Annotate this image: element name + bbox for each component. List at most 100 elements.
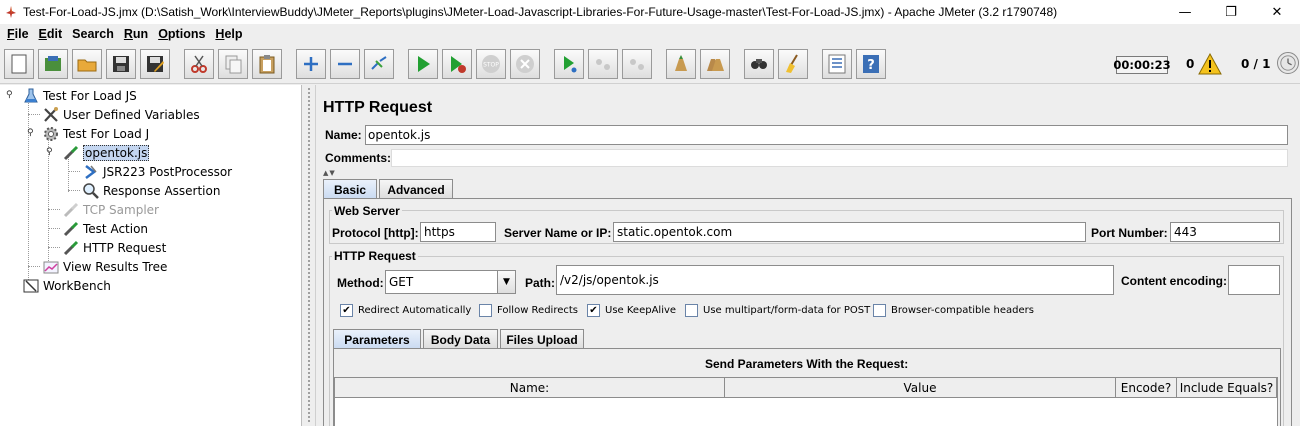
panel-title: HTTP Request	[323, 99, 433, 116]
function-helper-button[interactable]	[822, 49, 852, 79]
minimize-button[interactable]: —	[1162, 0, 1208, 24]
stop-button[interactable]: STOP	[476, 49, 506, 79]
tab-basic[interactable]: Basic	[323, 179, 377, 199]
start-no-pauses-button[interactable]	[442, 49, 472, 79]
tree-node-user-defined-variables[interactable]: User Defined Variables	[42, 105, 200, 124]
port-number-label: Port Number:	[1091, 226, 1168, 240]
column-header-encode[interactable]: Encode?	[1116, 378, 1177, 398]
comments-field[interactable]	[391, 149, 1288, 167]
menu-file[interactable]: File	[2, 27, 34, 41]
tab-advanced[interactable]: Advanced	[379, 179, 453, 199]
help-button[interactable]: ?	[856, 49, 886, 79]
warning-icon[interactable]	[1198, 53, 1222, 75]
menu-run[interactable]: Run	[119, 27, 153, 41]
tree-node-test-plan[interactable]: Test For Load JS	[22, 86, 137, 105]
follow-redirects-checkbox[interactable]: Follow Redirects	[479, 304, 578, 317]
use-multipart-checkbox[interactable]: Use multipart/form-data for POST	[685, 304, 870, 317]
cut-button[interactable]	[184, 49, 214, 79]
reset-search-icon	[786, 54, 798, 73]
remote-shutdown-icon	[630, 59, 644, 70]
port-number-field[interactable]: 443	[1170, 222, 1280, 242]
checkbox-unchecked-icon	[873, 304, 886, 317]
tree-node-jsr223-postprocessor[interactable]: JSR223 PostProcessor	[82, 162, 232, 181]
test-plan-tree[interactable]: ⚲ ⚲ ⚲ Test For Load JS User Defined Vari…	[0, 85, 302, 426]
paste-button[interactable]	[252, 49, 282, 79]
tree-node-http-request[interactable]: HTTP Request	[62, 238, 166, 257]
menu-options[interactable]: Options	[153, 27, 210, 41]
new-button[interactable]	[4, 49, 34, 79]
remote-shutdown-button[interactable]	[622, 49, 652, 79]
menu-edit[interactable]: Edit	[34, 27, 68, 41]
split-collapse-icon[interactable]: ▲▼	[323, 169, 336, 177]
content-encoding-field[interactable]	[1228, 265, 1280, 295]
search-button[interactable]	[744, 49, 774, 79]
use-keepalive-checkbox[interactable]: ✔ Use KeepAlive	[587, 304, 676, 317]
browser-compatible-headers-checkbox[interactable]: Browser-compatible headers	[873, 304, 1034, 317]
parameters-table[interactable]: Name: Value Encode? Include Equals?	[334, 377, 1278, 426]
collapse-all-button[interactable]	[330, 49, 360, 79]
clear-all-button[interactable]	[700, 49, 730, 79]
server-name-label: Server Name or IP:	[504, 226, 612, 240]
chevron-down-icon[interactable]: ▼	[497, 271, 515, 293]
column-header-include-equals[interactable]: Include Equals?	[1177, 378, 1277, 398]
help-icon: ?	[863, 55, 879, 73]
tree-node-view-results-tree[interactable]: View Results Tree	[42, 257, 167, 276]
tab-parameters[interactable]: Parameters	[333, 329, 421, 349]
tree-node-opentok-js[interactable]: opentok.js	[62, 143, 150, 162]
tree-node-thread-group[interactable]: Test For Load J	[42, 124, 149, 143]
window-title-bar: Test-For-Load-JS.jmx (D:\Satish_Work\Int…	[0, 0, 1300, 24]
method-select[interactable]: GET ▼	[385, 270, 516, 294]
maximize-button[interactable]: ❐	[1208, 0, 1254, 24]
toggle-button[interactable]	[364, 49, 394, 79]
open-icon	[77, 59, 97, 72]
tree-toggle-icon[interactable]: ⚲	[6, 90, 13, 100]
copy-icon	[225, 55, 242, 74]
thread-group-icon	[42, 125, 60, 143]
tree-node-test-action[interactable]: Test Action	[62, 219, 148, 238]
name-field[interactable]: opentok.js	[365, 125, 1288, 145]
tree-toggle-icon[interactable]: ⚲	[46, 147, 53, 157]
path-label: Path:	[525, 276, 555, 290]
method-value: GET	[389, 275, 414, 289]
tree-line	[68, 171, 80, 172]
copy-button[interactable]	[218, 49, 248, 79]
tree-node-workbench[interactable]: WorkBench	[22, 276, 111, 295]
basic-tab-content: Web Server Protocol [http]: https Server…	[323, 198, 1292, 426]
remote-stop-button[interactable]	[588, 49, 618, 79]
server-name-field[interactable]: static.opentok.com	[613, 222, 1086, 242]
cut-icon	[191, 55, 207, 73]
redirect-automatically-checkbox[interactable]: ✔ Redirect Automatically	[340, 304, 471, 317]
menu-search[interactable]: Search	[67, 27, 119, 41]
method-label: Method:	[337, 276, 384, 290]
toggle-icon	[371, 56, 387, 70]
column-header-value[interactable]: Value	[725, 378, 1116, 398]
protocol-field[interactable]: https	[420, 222, 496, 242]
reset-search-button[interactable]	[778, 49, 808, 79]
open-button[interactable]	[72, 49, 102, 79]
tab-files-upload[interactable]: Files Upload	[500, 329, 584, 349]
shutdown-button[interactable]	[510, 49, 540, 79]
save-button[interactable]	[106, 49, 136, 79]
svg-text:STOP: STOP	[483, 62, 499, 69]
save-as-button[interactable]	[140, 49, 170, 79]
tree-node-tcp-sampler[interactable]: TCP Sampler	[62, 200, 159, 219]
checkbox-checked-icon: ✔	[340, 304, 353, 317]
tree-line	[48, 228, 60, 229]
start-no-pauses-icon	[451, 56, 466, 73]
tree-node-response-assertion[interactable]: Response Assertion	[82, 181, 220, 200]
menu-help[interactable]: Help	[210, 27, 247, 41]
column-header-name[interactable]: Name:	[335, 378, 725, 398]
paste-icon	[259, 55, 275, 74]
remote-start-button[interactable]	[554, 49, 584, 79]
split-pane-divider[interactable]	[302, 85, 316, 426]
config-icon	[42, 106, 60, 124]
start-button[interactable]	[408, 49, 438, 79]
clear-button[interactable]	[666, 49, 696, 79]
tab-body-data[interactable]: Body Data	[423, 329, 498, 349]
path-field[interactable]: /v2/js/opentok.js	[556, 265, 1114, 295]
tree-toggle-icon[interactable]: ⚲	[27, 128, 34, 138]
templates-button[interactable]	[38, 49, 68, 79]
expand-all-button[interactable]	[296, 49, 326, 79]
remote-start-icon	[564, 56, 577, 73]
close-button[interactable]: ✕	[1254, 0, 1300, 24]
